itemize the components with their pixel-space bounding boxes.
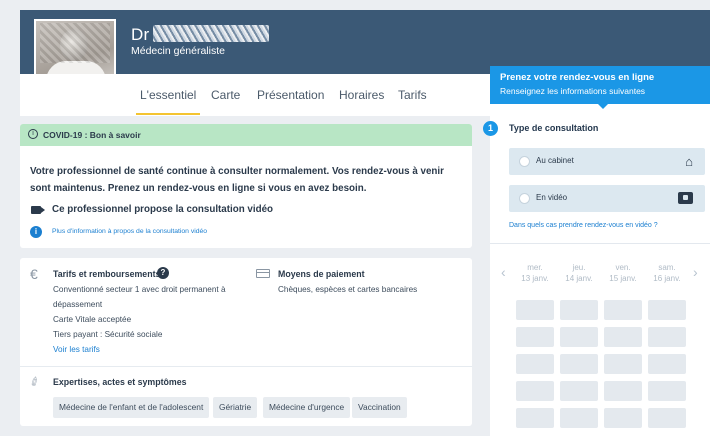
option-en-video[interactable]: En vidéo	[509, 185, 705, 212]
expertise-chip: Gériatrie	[213, 397, 258, 418]
time-slot-placeholder	[560, 300, 598, 320]
covid-message: Votre professionnel de santé continue à …	[30, 166, 444, 194]
tarif-line: dépassement	[53, 300, 103, 309]
time-slot-placeholder	[604, 327, 642, 347]
credit-card-icon	[256, 269, 270, 278]
banner-notch	[597, 103, 609, 109]
option-au-cabinet[interactable]: Au cabinet ⌂	[509, 148, 705, 175]
tarifs-title: Tarifs et remboursements	[53, 269, 161, 279]
tarif-line: Conventionné secteur 1 avec droit perman…	[53, 285, 226, 294]
time-slot-placeholder	[560, 327, 598, 347]
option-label: En vidéo	[536, 193, 568, 202]
payment-title: Moyens de paiement	[278, 269, 365, 279]
video-icon	[678, 192, 693, 204]
booking-banner: Prenez votre rendez-vous en ligne Rensei…	[490, 66, 710, 104]
calendar-next-arrow-icon[interactable]: ›	[693, 264, 698, 280]
time-slot-placeholder	[604, 381, 642, 401]
expertise-chip: Vaccination	[352, 397, 407, 418]
time-slot-placeholder	[648, 408, 686, 428]
booking-subtitle: Renseignez les informations suivantes	[500, 86, 646, 96]
time-slot-placeholder	[604, 300, 642, 320]
info-icon: i	[30, 226, 42, 238]
tab-horaires[interactable]: Horaires	[339, 88, 384, 102]
tab-essentiel[interactable]: L'essentiel	[135, 88, 201, 115]
radio-en-video[interactable]	[519, 193, 530, 204]
time-slot-placeholder	[560, 354, 598, 374]
step-number-badge: 1	[483, 121, 498, 136]
option-label: Au cabinet	[536, 156, 574, 165]
booking-title: Prenez votre rendez-vous en ligne	[500, 72, 655, 83]
covid-header: i COVID-19 : Bon à savoir	[20, 124, 472, 146]
time-slot-placeholder	[516, 354, 554, 374]
doctor-name: Dr	[131, 25, 270, 45]
step-title: Type de consultation	[509, 123, 599, 133]
time-slot-placeholder	[648, 300, 686, 320]
video-camera-icon	[31, 206, 41, 214]
time-slot-placeholder	[604, 354, 642, 374]
euro-icon: €	[30, 266, 38, 282]
tab-presentation[interactable]: Présentation	[257, 88, 324, 102]
profile-header	[20, 10, 710, 74]
time-slot-placeholder	[648, 354, 686, 374]
expertise-title: Expertises, actes et symptômes	[53, 377, 187, 387]
calendar-day: jeu. 14 janv.	[565, 263, 593, 283]
time-slot-placeholder	[516, 408, 554, 428]
time-slot-placeholder	[516, 381, 554, 401]
time-slot-placeholder	[560, 381, 598, 401]
time-slot-placeholder	[604, 408, 642, 428]
doctor-prefix: Dr	[131, 25, 150, 44]
panel-divider	[490, 243, 710, 244]
redacted-name	[153, 25, 270, 42]
time-slot-placeholder	[560, 408, 598, 428]
tarif-line: Carte Vitale acceptée	[53, 315, 132, 324]
radio-au-cabinet[interactable]	[519, 156, 530, 167]
time-slot-placeholder	[516, 327, 554, 347]
calendar-day: ven. 15 janv.	[609, 263, 637, 283]
payment-methods: Chèques, espèces et cartes bancaires	[278, 285, 418, 294]
video-consultation-note: Ce professionnel propose la consultation…	[52, 204, 274, 215]
tab-carte[interactable]: Carte	[211, 88, 240, 102]
section-divider	[20, 366, 472, 367]
voir-tarifs-link[interactable]: Voir les tarifs	[53, 345, 100, 354]
doctor-specialty: Médecin généraliste	[131, 45, 225, 57]
calendar-day: mer. 13 janv.	[521, 263, 549, 283]
time-slot-placeholder	[648, 381, 686, 401]
help-question-icon[interactable]: ?	[157, 267, 169, 279]
expertise-chip: Médecine de l'enfant et de l'adolescent	[53, 397, 210, 418]
video-help-link[interactable]: Dans quels cas prendre rendez-vous en vi…	[509, 222, 658, 229]
tab-tarifs[interactable]: Tarifs	[398, 88, 427, 102]
covid-title: COVID-19 : Bon à savoir	[43, 130, 141, 140]
calendar-day: sam. 16 janv.	[653, 263, 681, 283]
video-info-link[interactable]: Plus d'information à propos de la consul…	[52, 228, 207, 235]
info-circle-icon: i	[28, 129, 38, 139]
time-slot-placeholder	[648, 327, 686, 347]
tarif-line: Tiers payant : Sécurité sociale	[53, 330, 163, 339]
expertise-chip: Médecine d'urgence	[263, 397, 351, 418]
calendar-prev-arrow-icon[interactable]: ‹	[501, 264, 506, 280]
home-icon: ⌂	[685, 154, 693, 169]
time-slot-placeholder	[516, 300, 554, 320]
